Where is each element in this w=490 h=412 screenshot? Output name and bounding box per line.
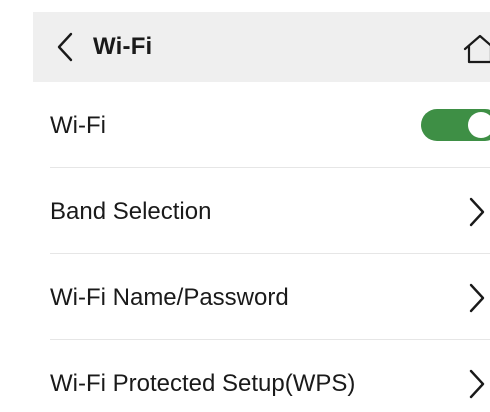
header-bar: Wi-Fi [33, 12, 490, 82]
wifi-toggle-row: Wi-Fi [50, 82, 490, 168]
band-selection-item[interactable]: Band Selection [50, 168, 490, 254]
chevron-right-icon [467, 281, 487, 315]
wifi-toggle-label: Wi-Fi [50, 112, 106, 139]
wps-label: Wi-Fi Protected Setup(WPS) [50, 370, 356, 397]
wifi-toggle-switch[interactable] [421, 109, 490, 141]
toggle-knob [468, 112, 490, 138]
band-selection-label: Band Selection [50, 198, 212, 225]
chevron-left-icon [57, 32, 73, 62]
settings-list: Wi-Fi Band Selection Wi-Fi Name/Password… [0, 82, 490, 412]
wifi-name-password-label: Wi-Fi Name/Password [50, 284, 289, 311]
page-title: Wi-Fi [93, 33, 153, 60]
home-button[interactable] [463, 34, 490, 64]
wifi-name-password-item[interactable]: Wi-Fi Name/Password [50, 254, 490, 340]
wps-item[interactable]: Wi-Fi Protected Setup(WPS) [50, 340, 490, 412]
home-icon [463, 34, 490, 64]
chevron-right-icon [467, 367, 487, 401]
chevron-right-icon [467, 195, 487, 229]
back-button[interactable] [55, 31, 75, 63]
